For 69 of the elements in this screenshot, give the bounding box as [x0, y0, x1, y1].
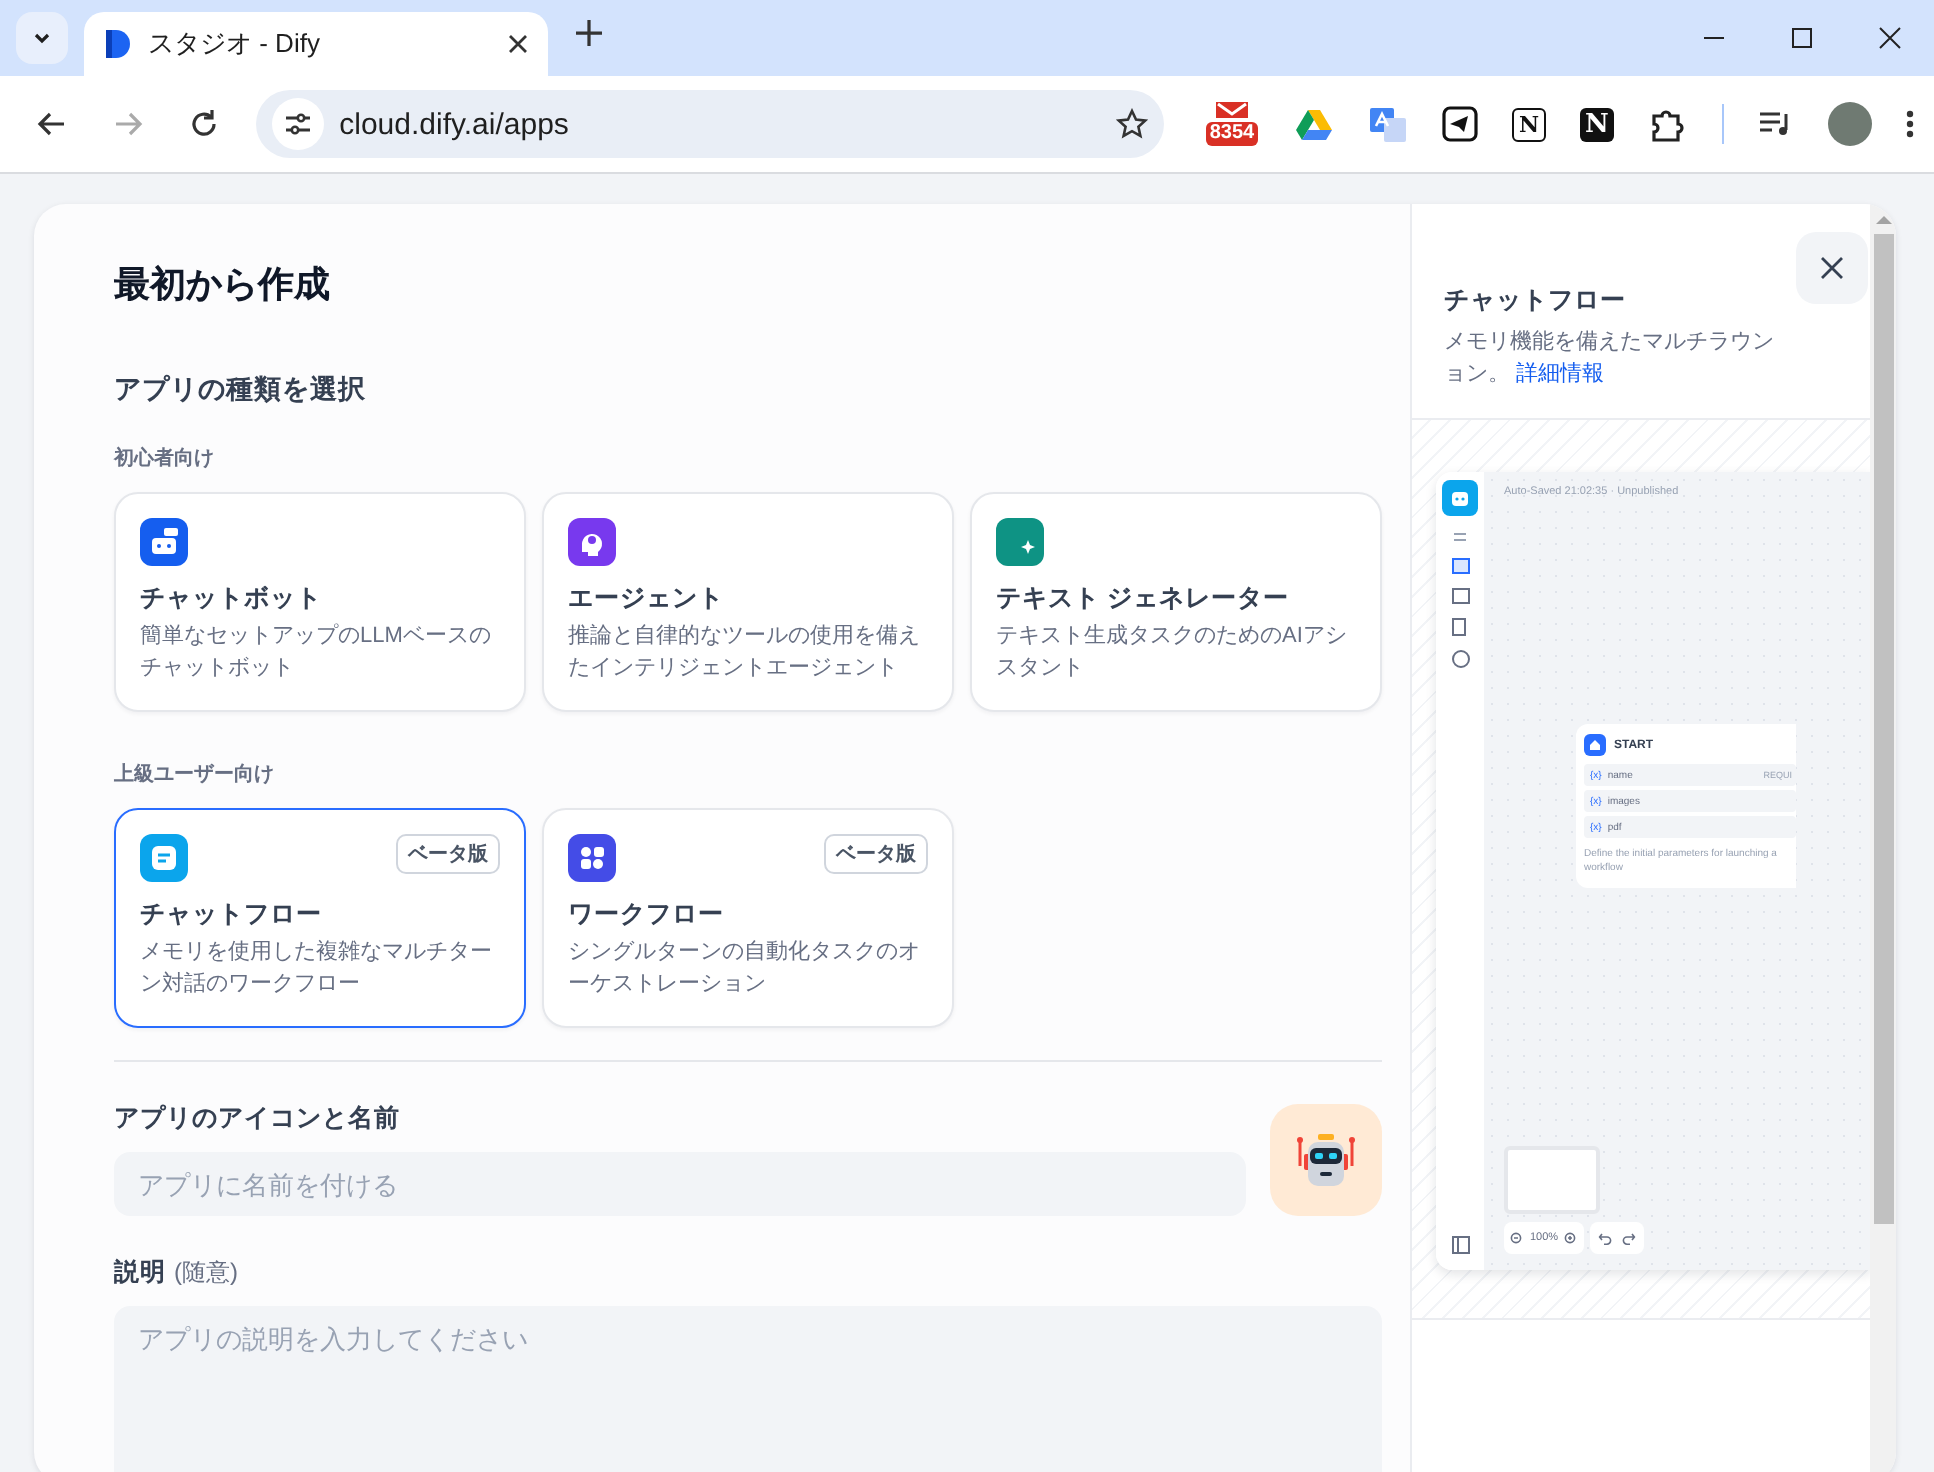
card-title: テキスト ジェネレーター: [996, 582, 1291, 616]
app-type-card[interactable]: ベータ版 チャットフロー メモリを使用した複雑なマルチターン対話のワークフロー: [114, 808, 526, 1028]
new-tab-icon[interactable]: [576, 19, 602, 45]
group-label: 初心者向け: [114, 444, 216, 472]
triangle-extension-icon[interactable]: [1293, 104, 1334, 144]
url-text: cloud.dify.ai/apps: [339, 107, 571, 141]
beta-badge: ベータ版: [396, 834, 500, 874]
description-field[interactable]: アプリの説明を入力してください: [114, 1306, 1382, 1472]
close-window-icon[interactable]: [1878, 26, 1902, 50]
forward-arrow-icon: [111, 108, 144, 140]
notebook-extension-icon[interactable]: N: [1511, 107, 1546, 141]
back-arrow-icon: [35, 108, 68, 140]
card-title: ワークフロー: [568, 898, 726, 932]
field-label: アプリのアイコンと名前: [114, 1102, 402, 1136]
beta-badge: ベータ版: [824, 834, 928, 874]
app-type-card[interactable]: エージェント 推論と自律的なツールの使用を備えたインテリジェントエージェント: [542, 492, 954, 712]
preview-description: メモリ機能を備えたマルチラウン: [1444, 328, 1776, 358]
sidebar-toggle-icon: [1451, 1236, 1469, 1254]
app-icon-button[interactable]: [1270, 1104, 1382, 1216]
zoom-out-icon: [1510, 1231, 1524, 1245]
field-label: 説明: [114, 1256, 166, 1290]
favicon-icon: [104, 28, 132, 60]
minimap: [1504, 1146, 1600, 1214]
window-icon: [1451, 558, 1469, 574]
preview-title: チャットフロー: [1444, 284, 1628, 318]
maximize-icon[interactable]: [1790, 26, 1814, 50]
card-description: テキスト生成タスクのためのAIアシスタント: [996, 622, 1349, 684]
app-name-field[interactable]: アプリに名前を付ける: [114, 1152, 1246, 1216]
paper-plane-extension-icon[interactable]: [1441, 106, 1478, 142]
card-title: チャットフロー: [140, 898, 324, 932]
learn-more-link[interactable]: 詳細情報: [1516, 358, 1604, 390]
chevron-down-icon: [32, 28, 52, 48]
address-bar[interactable]: cloud.dify.ai/apps: [255, 90, 1164, 158]
scrollbar[interactable]: [1870, 204, 1896, 1472]
browser-tab[interactable]: スタジオ - Dify: [84, 12, 548, 76]
card-description: シングルターンの自動化タスクのオーケストレーション: [568, 938, 922, 1000]
section-heading: アプリの種類を選択: [114, 372, 368, 408]
zoom-in-icon: [1564, 1231, 1579, 1245]
dialog-title: 最初から作成: [114, 262, 332, 308]
close-tab-icon[interactable]: [508, 34, 528, 54]
card-description: 推論と自律的なツールの使用を備えたインテリジェントエージェント: [568, 622, 922, 684]
bookmark-star-icon[interactable]: [1115, 108, 1148, 140]
translate-extension-icon[interactable]: [1367, 104, 1408, 144]
app-robot-icon: [1442, 480, 1478, 516]
home-icon: [1588, 738, 1602, 752]
redo-icon: [1622, 1231, 1637, 1245]
undo-icon: [1598, 1231, 1613, 1245]
group-label: 上級ユーザー向け: [114, 761, 276, 788]
close-button[interactable]: [1796, 232, 1868, 304]
document-icon: [1451, 618, 1469, 636]
card-description: メモリを使用した複雑なマルチターン対話のワークフロー: [140, 938, 494, 1000]
puzzle-icon[interactable]: [1647, 104, 1688, 144]
app-type-card[interactable]: ベータ版 ワークフロー シングルターンの自動化タスクのオーケストレーション: [542, 808, 954, 1028]
card-title: エージェント: [568, 582, 726, 616]
tab-title: スタジオ - Dify: [148, 26, 322, 62]
card-description: 簡単なセットアップのLLMベースのチャットボット: [140, 621, 493, 684]
site-settings-icon[interactable]: [283, 110, 312, 138]
app-type-card[interactable]: テキスト ジェネレーター テキスト生成タスクのためのAIアシスタント: [970, 492, 1382, 712]
letter-extension-icon[interactable]: N: [1579, 107, 1614, 141]
tab-search-button[interactable]: [16, 12, 68, 64]
profile-avatar[interactable]: [1827, 102, 1872, 146]
card-title: チャットボット: [140, 582, 324, 616]
preview-description: ョン。: [1444, 360, 1510, 390]
app-type-card[interactable]: チャットボット 簡単なセットアップのLLMベースのチャットボット: [114, 492, 526, 712]
close-icon: [1820, 256, 1844, 280]
reload-icon: [187, 108, 220, 140]
media-queue-icon[interactable]: [1757, 108, 1794, 140]
menu-icon[interactable]: [1905, 108, 1914, 140]
optional-note: (随意): [174, 1256, 238, 1290]
